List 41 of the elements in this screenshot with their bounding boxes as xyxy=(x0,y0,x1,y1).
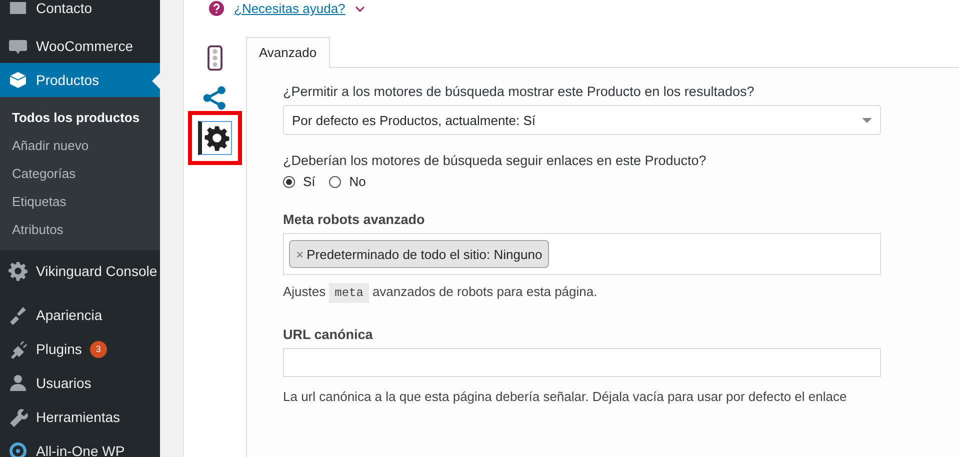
field-description: La url canónica a la que esta página debería señalar. Déjala vacía para usar por defecto el enlace xyxy=(283,389,848,404)
field-label: Meta robots avanzado xyxy=(283,212,426,227)
url-input-field[interactable] xyxy=(283,348,881,377)
select-field[interactable]: Por defecto es Productos, actualmente: Sí xyxy=(283,105,881,135)
notification-badge: 3 xyxy=(90,340,107,358)
circular-arrow-icon xyxy=(8,441,28,457)
user-icon xyxy=(8,373,28,393)
menu-item[interactable]: WooCommerce xyxy=(0,29,160,63)
radio-label: Sí xyxy=(303,174,316,189)
menu-item[interactable]: Usuarios xyxy=(0,366,160,400)
menu-item[interactable]: All-in-One WP xyxy=(0,434,160,457)
submenu-item[interactable]: Atributos xyxy=(0,216,160,244)
settings-icon xyxy=(204,125,230,151)
box-icon xyxy=(8,70,28,90)
wrench-icon xyxy=(8,407,28,427)
tag-input-field[interactable]: × Predeterminado de todo el sitio: Ninguno xyxy=(283,233,881,275)
field-description: Ajustes meta avanzados de robots para esta página. xyxy=(283,284,881,300)
field-label: ¿Permitir a los motores de búsqueda mostrar este Producto en los resultados? xyxy=(283,84,756,99)
chevron-down-icon[interactable] xyxy=(355,6,366,12)
field-label: URL canónica xyxy=(283,327,374,342)
submenu-item[interactable]: Añadir nuevo xyxy=(0,132,160,160)
field-label: ¿Deberían los motores de búsqueda seguir enlaces en este Producto? xyxy=(283,153,708,168)
tab[interactable]: Avanzado xyxy=(246,37,330,68)
submenu-item[interactable]: Categorías xyxy=(0,160,160,188)
radio-label: No xyxy=(349,174,366,189)
menu-item[interactable]: Plugins 3 xyxy=(0,332,160,366)
share-icon xyxy=(202,85,228,111)
menu-item[interactable]: Contacto xyxy=(0,0,160,25)
menu-item[interactable]: Vikinguard Console xyxy=(0,254,160,288)
menu-item[interactable]: Productos xyxy=(0,63,160,97)
gear-icon xyxy=(8,261,28,281)
submenu-item[interactable]: Todos los productos xyxy=(0,104,160,132)
tag-label: Predeterminado de todo el sitio: Ninguno xyxy=(306,246,542,262)
radio-button[interactable] xyxy=(283,176,295,188)
menu-item[interactable]: Herramientas xyxy=(0,400,160,434)
remove-tag-button[interactable]: × xyxy=(296,246,304,262)
submenu-item[interactable]: Etiquetas xyxy=(0,188,160,216)
paintbrush-icon xyxy=(8,305,28,325)
help-link[interactable]: ¿Necesitas ayuda? xyxy=(234,1,346,16)
radio-button[interactable] xyxy=(329,176,342,188)
menu-item[interactable]: Apariencia xyxy=(0,298,160,332)
